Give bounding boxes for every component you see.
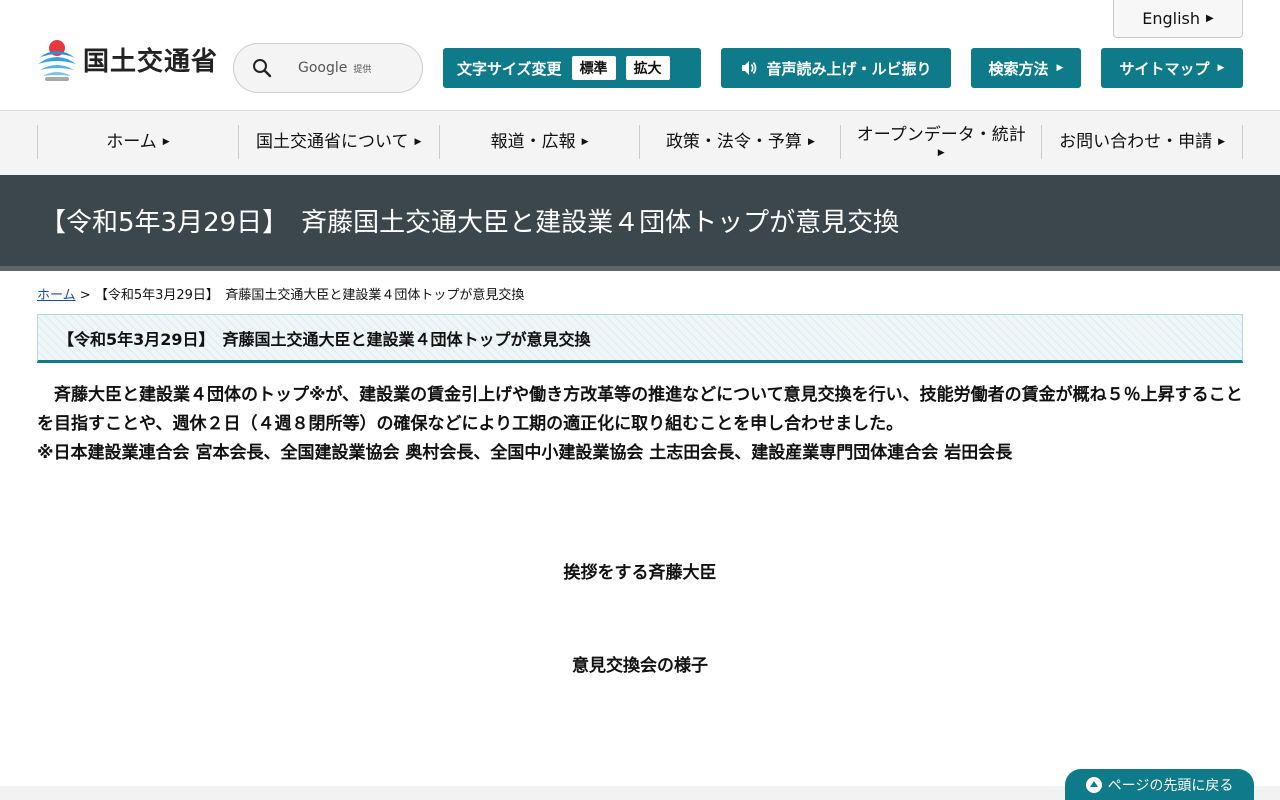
site-header: English ▶ 国土交通省 Google 提供 文字サイズ変更 標準 拡大: [0, 0, 1280, 111]
article-paragraph: 斉藤大臣と建設業４団体のトップ※が、建設業の賃金引上げや働き方改革等の推進などに…: [37, 385, 1243, 434]
article-body: 斉藤大臣と建設業４団体のトップ※が、建設業の賃金引上げや働き方改革等の推進などに…: [37, 381, 1243, 468]
triangle-right-icon: ▶: [937, 148, 945, 159]
english-button[interactable]: English ▶: [1113, 0, 1243, 38]
breadcrumb-separator: >: [79, 288, 91, 303]
breadcrumb-current: 【令和5年3月29日】 斉藤国土交通大臣と建設業４団体トップが意見交換: [94, 288, 525, 303]
page-title-band: 【令和5年3月29日】 斉藤国土交通大臣と建設業４団体トップが意見交換: [0, 175, 1280, 271]
nav-item-press[interactable]: 報道・広報 ▶: [440, 125, 641, 159]
site-logo[interactable]: 国土交通省: [37, 36, 218, 82]
sitemap-label: サイトマップ: [1119, 59, 1210, 78]
speaker-icon: [742, 61, 757, 75]
font-size-control: 文字サイズ変更 標準 拡大: [443, 48, 701, 88]
mlit-logo-icon: [38, 40, 76, 81]
photo-caption-meeting: 意見交換会の様子: [572, 656, 708, 676]
english-label: English: [1142, 9, 1201, 28]
font-size-label: 文字サイズ変更: [457, 59, 562, 78]
triangle-right-icon: ▶: [807, 136, 815, 147]
font-size-standard-button[interactable]: 標準: [571, 56, 616, 80]
section-heading: 【令和5年3月29日】 斉藤国土交通大臣と建設業４団体トップが意見交換: [37, 314, 1243, 363]
voice-ruby-label: 音声読み上げ・ルビ振り: [766, 59, 932, 78]
site-search[interactable]: Google 提供: [233, 43, 423, 93]
sitemap-button[interactable]: サイトマップ ▶: [1101, 48, 1243, 88]
search-method-label: 検索方法: [988, 59, 1049, 78]
photo-caption-minister: 挨拶をする斉藤大臣: [563, 563, 717, 583]
triangle-right-icon: ▶: [162, 136, 170, 147]
page-title: 【令和5年3月29日】 斉藤国土交通大臣と建設業４団体トップが意見交換: [40, 208, 900, 238]
global-nav: ホーム ▶ 国土交通省について ▶ 報道・広報 ▶ 政策・法令・予算 ▶ オープンデータ…: [0, 111, 1280, 175]
triangle-right-icon: ▶: [1218, 136, 1226, 147]
triangle-right-icon: ▶: [1217, 63, 1225, 73]
nav-item-home[interactable]: ホーム ▶: [38, 125, 239, 159]
nav-item-policy[interactable]: 政策・法令・予算 ▶: [640, 125, 842, 159]
nav-item-open-data[interactable]: オープンデータ・統計 ▶: [841, 125, 1043, 159]
nav-item-contact[interactable]: お問い合わせ・申請 ▶: [1042, 125, 1243, 159]
nav-item-about[interactable]: 国土交通省について ▶: [239, 125, 440, 159]
search-icon: [253, 59, 272, 78]
triangle-right-icon: ▶: [414, 136, 422, 147]
search-provider: Google: [298, 60, 348, 76]
breadcrumb-home-link[interactable]: ホーム: [37, 288, 76, 303]
arrow-up-icon: [1085, 776, 1102, 793]
article-note: ※日本建設業連合会 宮本会長、全国建設業協会 奥村会長、全国中小建設業協会 土志…: [37, 443, 1013, 463]
voice-ruby-button[interactable]: 音声読み上げ・ルビ振り: [721, 48, 951, 88]
logo-text: 国土交通省: [83, 46, 219, 77]
triangle-right-icon: ▶: [1056, 63, 1064, 73]
back-to-top-label: ページの先頭に戻る: [1107, 777, 1234, 794]
breadcrumb: ホーム > 【令和5年3月29日】 斉藤国土交通大臣と建設業４団体トップが意見交…: [37, 284, 524, 303]
triangle-right-icon: ▶: [1206, 13, 1214, 24]
search-method-button[interactable]: 検索方法 ▶: [971, 48, 1081, 88]
search-provider-sub: 提供: [353, 64, 372, 75]
triangle-right-icon: ▶: [581, 136, 589, 147]
back-to-top-button[interactable]: ページの先頭に戻る: [1065, 769, 1254, 800]
font-size-large-button[interactable]: 拡大: [625, 56, 670, 80]
